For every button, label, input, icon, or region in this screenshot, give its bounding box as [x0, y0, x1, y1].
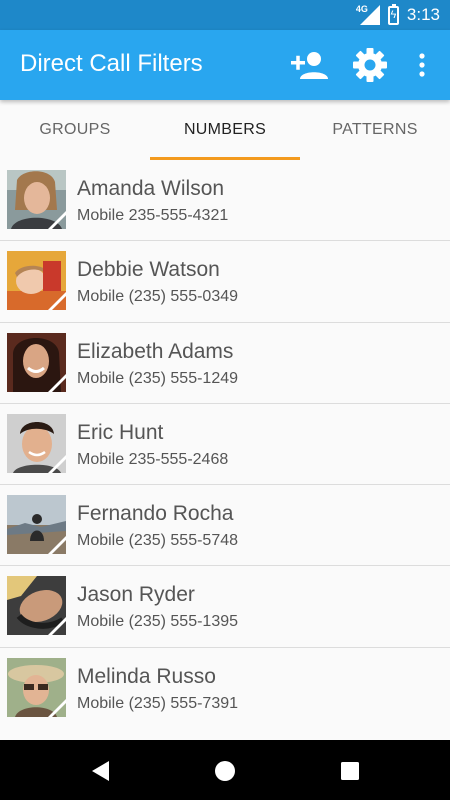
tab-patterns[interactable]: PATTERNS — [300, 100, 450, 160]
contact-name: Eric Hunt — [77, 420, 164, 444]
avatar — [7, 576, 66, 636]
avatar — [7, 170, 66, 229]
status-bar: 4G ϟ 3:13 — [0, 0, 450, 30]
overflow-menu-button[interactable] — [410, 47, 434, 83]
back-button[interactable] — [87, 758, 113, 784]
tab-bar: GROUPS NUMBERS PATTERNS — [0, 100, 450, 160]
clock: 3:13 — [406, 5, 440, 24]
add-contact-button[interactable] — [290, 47, 330, 83]
list-item[interactable]: Jason Ryder Mobile (235) 555-1395 — [0, 566, 450, 648]
contact-phone: Mobile (235) 555-7391 — [77, 695, 238, 713]
phone-number: (235) 555-1395 — [128, 613, 239, 631]
phone-type: Mobile — [77, 288, 125, 306]
phone-number: 235-555-2468 — [128, 450, 229, 468]
contact-phone: Mobile (235) 555-5748 — [77, 532, 238, 550]
contact-name: Elizabeth Adams — [77, 339, 234, 363]
settings-gear-icon — [353, 48, 387, 82]
contact-name: Amanda Wilson — [77, 177, 225, 200]
contact-name: Fernando Rocha — [77, 502, 234, 526]
overflow-menu-icon — [419, 53, 425, 77]
battery-icon: ϟ — [387, 3, 399, 25]
cell-signal-icon: 4G — [355, 4, 380, 25]
avatar — [7, 332, 66, 392]
home-button[interactable] — [212, 758, 238, 784]
contact-name: Melinda Russo — [77, 664, 216, 688]
settings-button[interactable] — [351, 47, 389, 83]
recents-icon — [341, 762, 359, 780]
contact-phone: Mobile (235) 555-1249 — [77, 370, 238, 388]
phone-type: Mobile — [77, 450, 125, 468]
phone-type: Mobile — [77, 532, 125, 550]
contact-name: Debbie Watson — [77, 258, 220, 282]
list-item[interactable]: Debbie Watson Mobile (235) 555-0349 — [0, 241, 450, 323]
add-contact-icon — [291, 52, 328, 79]
contact-name: Jason Ryder — [77, 583, 195, 607]
list-item[interactable]: Amanda Wilson Mobile 235-555-4321 — [0, 160, 450, 242]
phone-type: Mobile — [77, 613, 125, 631]
list-item[interactable]: Melinda Russo Mobile (235) 555-7391 — [0, 648, 450, 729]
phone-number: (235) 555-7391 — [128, 694, 239, 712]
contact-phone: Mobile 235-555-2468 — [77, 451, 228, 469]
phone-number: (235) 555-0349 — [128, 288, 239, 306]
contact-phone: Mobile (235) 555-0349 — [77, 288, 238, 306]
phone-type: Mobile — [77, 369, 125, 387]
contact-phone: Mobile 235-555-4321 — [77, 207, 228, 225]
phone-number: 235-555-4321 — [128, 207, 229, 224]
contact-phone: Mobile (235) 555-1395 — [77, 613, 238, 631]
back-icon — [92, 761, 109, 781]
avatar — [7, 413, 66, 473]
app-title: Direct Call Filters — [20, 50, 203, 77]
phone-type: Mobile — [77, 694, 125, 712]
avatar — [7, 657, 66, 717]
list-item[interactable]: Eric Hunt Mobile 235-555-2468 — [0, 404, 450, 486]
list-item[interactable]: Fernando Rocha Mobile (235) 555-5748 — [0, 485, 450, 567]
contact-list: Amanda Wilson Mobile 235-555-4321 Debbie… — [0, 160, 450, 729]
list-item[interactable]: Elizabeth Adams Mobile (235) 555-1249 — [0, 323, 450, 404]
recents-button[interactable] — [337, 758, 363, 784]
tab-groups[interactable]: GROUPS — [0, 100, 150, 160]
network-type: 4G — [355, 4, 368, 14]
app-bar: Direct Call Filters — [0, 30, 450, 100]
avatar — [7, 495, 66, 555]
phone-number: (235) 555-5748 — [128, 532, 239, 550]
phone-number: (235) 555-1249 — [128, 369, 239, 387]
tab-numbers[interactable]: NUMBERS — [150, 100, 300, 160]
phone-type: Mobile — [77, 207, 125, 224]
system-nav-bar — [0, 740, 450, 800]
home-icon — [215, 761, 235, 781]
avatar — [7, 251, 66, 311]
